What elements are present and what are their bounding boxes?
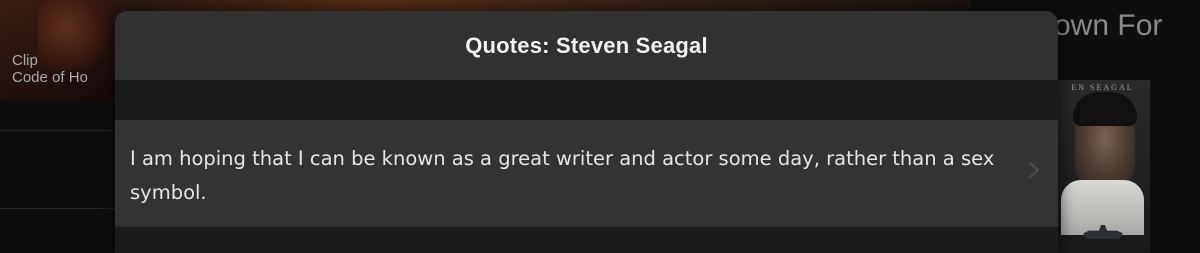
poster-actor-name: EN SEAGAL [1071, 83, 1134, 92]
clip-title: Code of Ho [12, 69, 88, 86]
poster-portrait-hair [1073, 92, 1137, 126]
modal-title: Quotes: Steven Seagal [465, 32, 708, 58]
clip-caption: Clip Code of Ho [12, 52, 88, 86]
background-divider [0, 130, 115, 131]
modal-header: Quotes: Steven Seagal [115, 11, 1058, 80]
quote-list-item[interactable]: I am hoping that I can be known as a gre… [115, 120, 1058, 226]
screen: Clip Code of Ho own For EN SEAGAL Quotes… [0, 0, 1200, 253]
clip-type-label: Clip [12, 52, 38, 69]
quotes-modal: Quotes: Steven Seagal I am hoping that I… [115, 11, 1058, 253]
chevron-right-icon [1028, 161, 1040, 179]
background-movie-poster[interactable]: EN SEAGAL [1055, 80, 1150, 253]
background-section-title: own For [1054, 9, 1163, 42]
background-divider [0, 208, 115, 209]
quote-text: I am hoping that I can be known as a gre… [130, 147, 995, 204]
background-clip-thumbnail[interactable]: Clip Code of Ho [0, 0, 120, 100]
quote-row-divider [115, 226, 1058, 227]
